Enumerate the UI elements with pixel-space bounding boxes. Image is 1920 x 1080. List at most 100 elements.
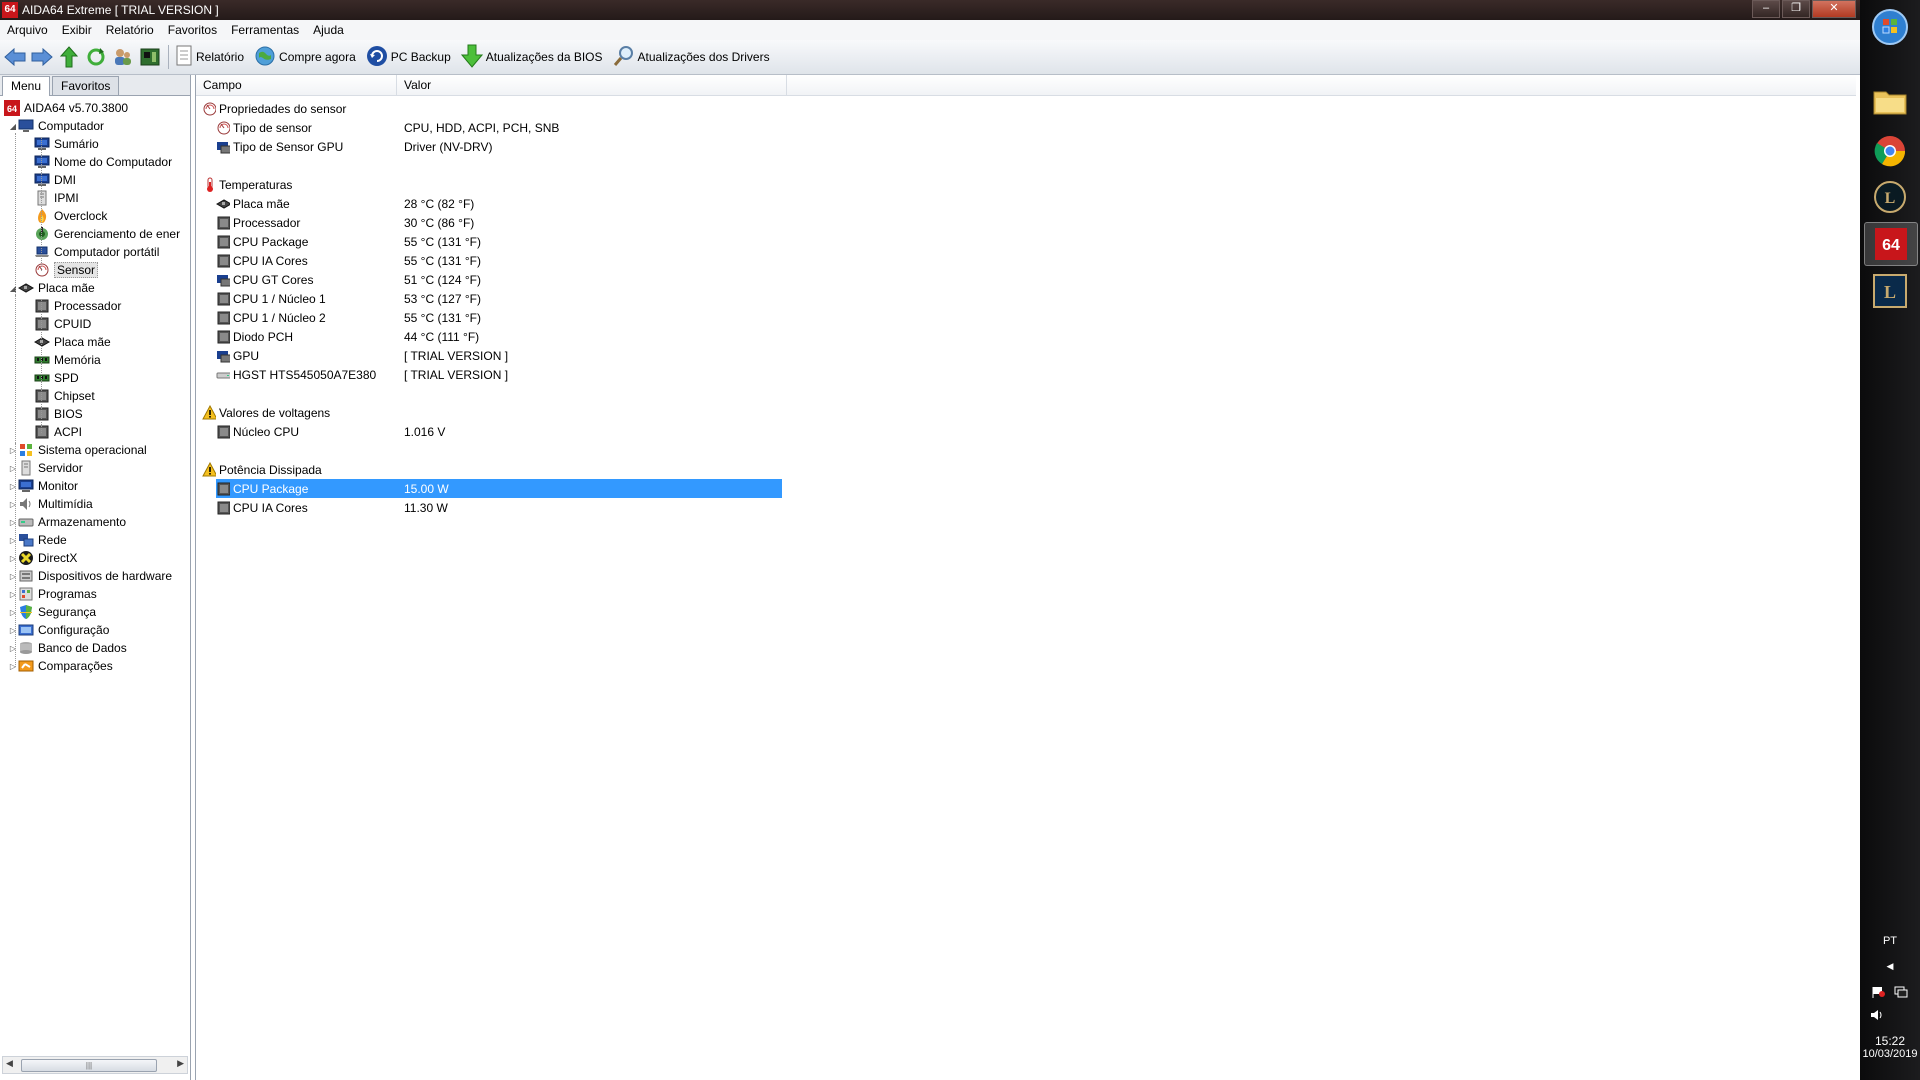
- expand-icon[interactable]: ▷: [8, 644, 18, 653]
- sensor-row[interactable]: Placa mãe 28 °C (82 °F): [216, 194, 782, 213]
- sensor-row[interactable]: Diodo PCH 44 °C (111 °F): [216, 327, 782, 346]
- tree-item-chipset[interactable]: Chipset: [34, 387, 95, 405]
- expand-icon[interactable]: ▷: [8, 500, 18, 509]
- expand-icon[interactable]: ▷: [8, 464, 18, 473]
- tab-menu[interactable]: Menu: [2, 76, 51, 96]
- tree-item-cpuid[interactable]: CPUID: [34, 315, 91, 333]
- network-tray-icon[interactable]: [1894, 986, 1908, 1001]
- sensor-row[interactable]: CPU Package 15.00 W: [216, 479, 782, 498]
- bios-updates-button[interactable]: Atualizações da BIOS: [460, 44, 603, 71]
- league-client-icon[interactable]: L: [1864, 176, 1916, 218]
- tree-item-seguran-a[interactable]: ▷ Segurança: [8, 603, 96, 621]
- collapse-icon[interactable]: ◢: [8, 284, 18, 293]
- tree-item-monitor[interactable]: ▷ Monitor: [8, 477, 78, 495]
- maximize-button[interactable]: ❐: [1782, 0, 1810, 18]
- league-l-icon[interactable]: L: [1864, 270, 1916, 312]
- sensor-row[interactable]: Processador 30 °C (86 °F): [216, 213, 782, 232]
- group-header[interactable]: Valores de voltagens: [202, 403, 762, 422]
- column-campo[interactable]: Campo: [196, 75, 397, 95]
- chrome-icon[interactable]: [1864, 130, 1916, 172]
- expand-icon[interactable]: ▷: [8, 518, 18, 527]
- tree-item-aida64-v5-70-3800[interactable]: 64 AIDA64 v5.70.3800: [4, 99, 128, 117]
- clock-time[interactable]: 15:22: [1860, 1034, 1920, 1048]
- sensor-row[interactable]: CPU IA Cores 55 °C (131 °F): [216, 251, 782, 270]
- back-icon[interactable]: [3, 45, 27, 69]
- clock-date[interactable]: 10/03/2019: [1860, 1048, 1920, 1060]
- scroll-left-icon[interactable]: ◀: [6, 1058, 13, 1069]
- tree-item-placa-m-e[interactable]: Placa mãe: [34, 333, 111, 351]
- sensor-row[interactable]: GPU [ TRIAL VERSION ]: [216, 346, 782, 365]
- tab-favoritos[interactable]: Favoritos: [52, 76, 120, 95]
- menu-arquivo[interactable]: Arquivo: [0, 20, 55, 40]
- sensor-row[interactable]: CPU Package 55 °C (131 °F): [216, 232, 782, 251]
- group-header[interactable]: Temperaturas: [202, 175, 762, 194]
- tree-item-multim-dia[interactable]: ▷ Multimídia: [8, 495, 93, 513]
- sensor-row[interactable]: CPU GT Cores 51 °C (124 °F): [216, 270, 782, 289]
- up-icon[interactable]: [57, 45, 81, 69]
- buy-now-button[interactable]: Compre agora: [254, 45, 356, 70]
- tree-item-overclock[interactable]: Overclock: [34, 207, 107, 225]
- menu-relatorio[interactable]: Relatório: [99, 20, 161, 40]
- close-button[interactable]: ✕: [1812, 0, 1856, 18]
- column-valor[interactable]: Valor: [397, 75, 787, 95]
- scrollbar-thumb[interactable]: |||: [21, 1059, 157, 1072]
- pc-backup-button[interactable]: PC Backup: [366, 45, 451, 70]
- tree-item-rede[interactable]: ▷ Rede: [8, 531, 67, 549]
- tree-item-sum-rio[interactable]: Sumário: [34, 135, 99, 153]
- expand-icon[interactable]: ▷: [8, 536, 18, 545]
- menu-ajuda[interactable]: Ajuda: [306, 20, 351, 40]
- aida64-app-icon[interactable]: 64: [2, 2, 18, 18]
- expand-icon[interactable]: ▷: [8, 482, 18, 491]
- start-orb-icon[interactable]: [1864, 6, 1916, 48]
- tray-expand-icon[interactable]: ◀: [1860, 961, 1920, 972]
- tree-item-compara-es[interactable]: ▷ Comparações: [8, 657, 113, 675]
- volume-icon[interactable]: [1860, 1009, 1920, 1024]
- expand-icon[interactable]: ▷: [8, 626, 18, 635]
- aida64-taskbar-icon[interactable]: 64: [1864, 222, 1918, 266]
- expand-icon[interactable]: ▷: [8, 572, 18, 581]
- sensor-row[interactable]: HGST HTS545050A7E380 [ TRIAL VERSION ]: [216, 365, 782, 384]
- group-header[interactable]: Potência Dissipada: [202, 460, 762, 479]
- sensor-row[interactable]: CPU 1 / Núcleo 2 55 °C (131 °F): [216, 308, 782, 327]
- expand-icon[interactable]: ▷: [8, 608, 18, 617]
- driver-updates-button[interactable]: Atualizações dos Drivers: [613, 45, 770, 70]
- tree-item-dispositivos-de-hardware[interactable]: ▷ Dispositivos de hardware: [8, 567, 172, 585]
- tree-item-nome-do-computador[interactable]: Nome do Computador: [34, 153, 172, 171]
- tree-item-directx[interactable]: ▷ DirectX: [8, 549, 77, 567]
- tree-item-banco-de-dados[interactable]: ▷ Banco de Dados: [8, 639, 127, 657]
- tree-item-sensor[interactable]: Sensor: [34, 261, 99, 279]
- expand-icon[interactable]: ▷: [8, 662, 18, 671]
- tree-item-processador[interactable]: Processador: [34, 297, 121, 315]
- tree-item-computador-port-til[interactable]: Computador portátil: [34, 243, 159, 261]
- sensor-row[interactable]: Tipo de sensor CPU, HDD, ACPI, PCH, SNB: [216, 118, 782, 137]
- expand-icon[interactable]: ▷: [8, 590, 18, 599]
- expand-icon[interactable]: ▷: [8, 446, 18, 455]
- tree-item-configura-o[interactable]: ▷ Configuração: [8, 621, 109, 639]
- sensor-row[interactable]: Tipo de Sensor GPU Driver (NV-DRV): [216, 137, 782, 156]
- tree-item-gerenciamento-de-ener[interactable]: Gerenciamento de ener: [34, 225, 180, 243]
- report-button[interactable]: Relatório: [175, 45, 244, 70]
- menu-favoritos[interactable]: Favoritos: [161, 20, 224, 40]
- tree-item-programas[interactable]: ▷ Programas: [8, 585, 97, 603]
- tree-item-mem-ria[interactable]: Memória: [34, 351, 101, 369]
- menu-ferramentas[interactable]: Ferramentas: [224, 20, 306, 40]
- expand-icon[interactable]: ▷: [8, 554, 18, 563]
- tree-item-sistema-operacional[interactable]: ▷ Sistema operacional: [8, 441, 147, 459]
- minimize-button[interactable]: –: [1752, 0, 1780, 18]
- flag-icon[interactable]: [1872, 986, 1886, 1001]
- folder-icon[interactable]: [1864, 80, 1916, 122]
- tree-item-servidor[interactable]: ▷ Servidor: [8, 459, 83, 477]
- tree-item-armazenamento[interactable]: ▷ Armazenamento: [8, 513, 126, 531]
- sensor-row[interactable]: CPU IA Cores 11.30 W: [216, 498, 782, 517]
- sensor-row[interactable]: Núcleo CPU 1.016 V: [216, 422, 782, 441]
- language-indicator[interactable]: PT: [1860, 935, 1920, 947]
- motherboard-tool-icon[interactable]: [138, 45, 162, 69]
- collapse-icon[interactable]: ◢: [8, 122, 18, 131]
- tree-item-computador[interactable]: ◢ Computador: [8, 117, 104, 135]
- forward-icon[interactable]: [30, 45, 54, 69]
- refresh-icon[interactable]: [84, 45, 108, 69]
- sensor-row[interactable]: CPU 1 / Núcleo 1 53 °C (127 °F): [216, 289, 782, 308]
- tree-item-placa-m-e[interactable]: ◢ Placa mãe: [8, 279, 95, 297]
- horizontal-scrollbar[interactable]: ◀ ||| ▶: [2, 1056, 188, 1074]
- users-icon[interactable]: [111, 45, 135, 69]
